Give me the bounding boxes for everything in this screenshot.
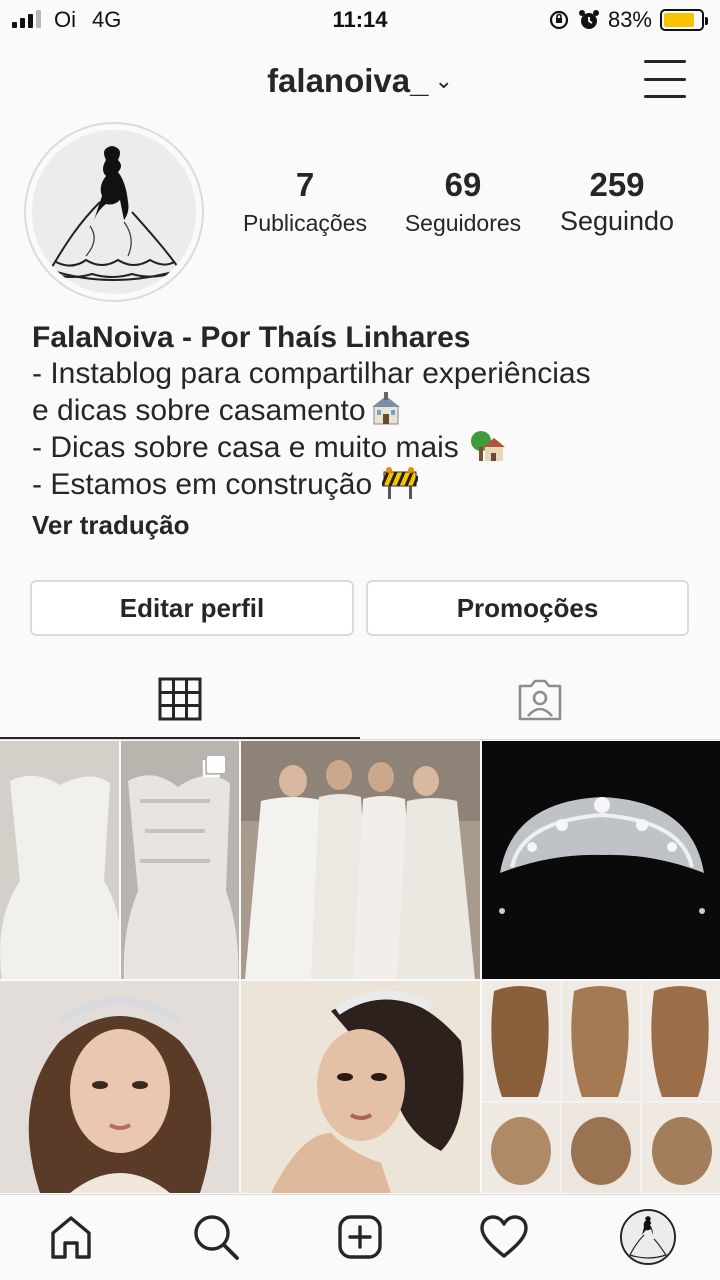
bio-line: - Instablog para compartilhar experiênci…: [32, 357, 591, 390]
post-image: [241, 741, 480, 979]
followers-number: 69: [444, 166, 482, 203]
tab-grid[interactable]: [0, 660, 360, 739]
profile-avatar: [622, 1211, 674, 1263]
heart-icon: [480, 1215, 528, 1258]
post-image: [482, 981, 720, 1193]
bride-silhouette-image: [32, 130, 196, 294]
profile-header: falanoiva_ ⌄: [0, 52, 720, 112]
edit-profile-button[interactable]: Editar perfil: [30, 580, 354, 636]
posts-label: Publicações: [242, 210, 368, 236]
tagged-person-icon: [518, 679, 562, 721]
battery-percent: 83%: [607, 7, 652, 32]
profile-bio: FalaNoiva - Por Thaís Linhares - Instabl…: [32, 320, 702, 543]
battery-icon: [660, 9, 708, 31]
house-with-garden-emoji-icon: [471, 431, 506, 461]
post-thumbnail[interactable]: [0, 741, 239, 979]
nav-activity[interactable]: [478, 1211, 530, 1263]
following-label: Seguindo: [559, 206, 675, 236]
bio-line: e dicas sobre casamento: [32, 392, 702, 429]
followers-label: Seguidores: [404, 210, 522, 236]
grid-icon: [158, 677, 202, 720]
chevron-down-icon: ⌄: [434, 68, 453, 93]
bio-line: - Estamos em construção: [32, 466, 702, 503]
following-count[interactable]: 259 Seguindo: [542, 166, 692, 237]
post-thumbnail[interactable]: [482, 741, 720, 979]
profile-tabs: [0, 660, 720, 740]
post-thumbnail[interactable]: [0, 981, 239, 1193]
bottom-nav: [0, 1194, 720, 1280]
tab-tagged[interactable]: [360, 660, 720, 740]
post-thumbnail[interactable]: [241, 741, 480, 979]
bio-line: - Dicas sobre casa e muito mais: [32, 429, 702, 466]
posts-count[interactable]: 7 Publicações: [230, 166, 380, 237]
posts-grid: [0, 741, 720, 1193]
home-icon: [51, 1216, 91, 1259]
nav-search[interactable]: [190, 1211, 242, 1263]
construction-sign-emoji-icon: [382, 467, 419, 499]
profile-avatar[interactable]: [24, 122, 204, 302]
add-post-icon: [338, 1215, 382, 1259]
status-bar: Oi 4G 11:14 83%: [0, 0, 720, 40]
posts-number: 7: [295, 166, 315, 203]
status-right: 83%: [548, 7, 708, 33]
post-thumbnail[interactable]: [482, 981, 720, 1193]
post-image: [482, 741, 720, 979]
post-image: [0, 981, 239, 1193]
hamburger-menu-icon[interactable]: [644, 60, 686, 98]
search-icon: [194, 1215, 239, 1260]
followers-count[interactable]: 69 Seguidores: [388, 166, 538, 237]
post-thumbnail[interactable]: [241, 981, 480, 1193]
church-emoji-icon: [371, 392, 400, 425]
profile-stats: 7 Publicações 69 Seguidores 259 Seguindo: [230, 166, 700, 256]
nav-profile-avatar[interactable]: [620, 1209, 676, 1265]
nav-home[interactable]: [45, 1211, 97, 1263]
promotions-button[interactable]: Promoções: [366, 580, 689, 636]
profile-name: FalaNoiva - Por Thaís Linhares: [32, 321, 471, 354]
see-translation-link[interactable]: Ver tradução: [32, 507, 702, 543]
username: falanoiva_: [267, 62, 429, 99]
orientation-lock-icon: [549, 10, 569, 30]
username-switcher[interactable]: falanoiva_ ⌄: [0, 62, 720, 100]
nav-add-post[interactable]: [334, 1211, 386, 1263]
post-image: [241, 981, 480, 1193]
following-number: 259: [589, 166, 645, 203]
alarm-icon: [578, 10, 599, 29]
multiple-photos-icon: [202, 756, 225, 778]
